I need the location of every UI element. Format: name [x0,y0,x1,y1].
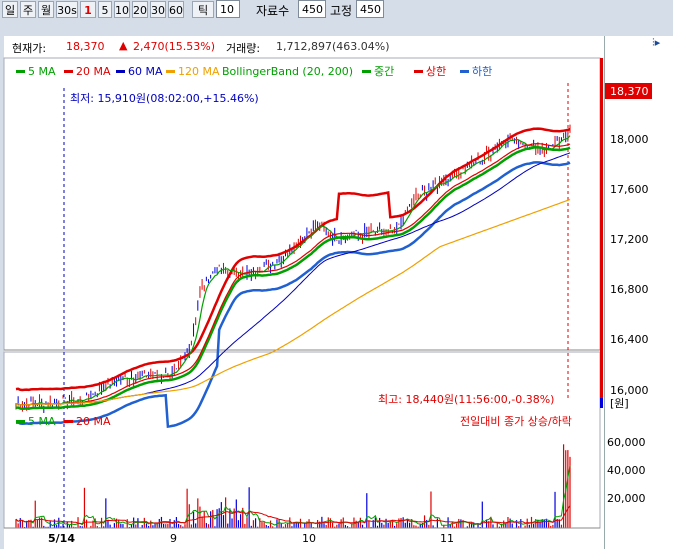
price-value: 18,370 [66,40,105,53]
current-price-label: 18,370 [610,85,649,98]
period-20min-button[interactable]: 20 [132,1,148,18]
vol-legend-ma20: 20 MA [76,415,111,428]
period-week-button[interactable]: 주 [20,1,36,18]
period-60min-button[interactable]: 60 [168,1,184,18]
legend-bb-lower: 하한 [472,64,492,78]
low-annotation: 최저: 15,910원(08:02:00,+15.46%) [70,92,259,105]
settings-icon[interactable]: ⫶▸ [652,36,660,50]
chart-area[interactable]: 5 MA 20 MA 60 MA 120 MA BollingerBand (2… [3,57,652,549]
legend-bb-upper: 상한 [426,65,446,78]
high-annotation: 최고: 18,440원(11:56:00,-0.38%) [378,393,554,406]
period-30s-button[interactable]: 30s [56,1,78,18]
x-label-9: 9 [170,532,177,545]
x-label-514: 5/14 [48,532,75,545]
price-tick-18000: 18,000 [610,133,649,146]
count-input[interactable]: 450 [298,0,326,18]
period-day-button[interactable]: 일 [2,1,18,18]
x-axis: 5/14 9 10 11 [4,527,600,545]
count-label: 자료수 [256,4,290,18]
price-axis: 18,370 18,000 17,600 17,200 16,800 16,40… [600,58,652,505]
price-unit: [원] [610,397,629,410]
price-tick-16400: 16,400 [610,333,649,346]
price-tick-17200: 17,200 [610,233,649,246]
volume-label: 거래량: [226,42,261,55]
x-label-11: 11 [440,532,454,545]
change-value: 2,470(15.53%) [133,40,216,53]
vol-legend-ma5: 5 MA [28,415,56,428]
legend-bb-mid: 중간 [374,65,394,78]
tick-input[interactable]: 10 [216,0,240,18]
period-month-button[interactable]: 월 [38,1,54,18]
volume-tick-60000: 60,000 [607,436,646,449]
toolbar: 일 주 월 30s 1 5 10 20 30 60 틱 10 자료수 450 고… [0,0,673,22]
volume-value: 1,712,897(463.04%) [276,40,390,53]
legend-ma20: 20 MA [76,65,111,78]
volume-note: 전일대비 종가 상승/하락 [460,414,572,428]
fixed-label: 고정 [330,4,353,18]
x-label-10: 10 [302,532,316,545]
price-tick-16800: 16,800 [610,283,649,296]
price-tick-16000: 16,000 [610,384,649,397]
price-label: 현재가: [12,42,47,55]
period-10min-button[interactable]: 10 [114,1,130,18]
volume-tick-40000: 40,000 [607,464,646,477]
fixed-input[interactable]: 450 [356,0,384,18]
period-30min-button[interactable]: 30 [150,1,166,18]
volume-tick-20000: 20,000 [607,492,646,505]
up-triangle-icon: ▲ [119,39,128,52]
legend-ma5: 5 MA [28,65,56,78]
legend-bb: BollingerBand (20, 200) [222,65,353,78]
tick-button[interactable]: 틱 [192,1,214,18]
legend-ma120: 120 MA [178,65,220,78]
period-1min-button[interactable]: 1 [80,1,96,18]
period-5min-button[interactable]: 5 [98,1,112,18]
legend-ma60: 60 MA [128,65,163,78]
price-info-bar: 현재가: 18,370 ▲ 2,470(15.53%) 거래량: 1,712,8… [4,36,604,58]
price-tick-17600: 17,600 [610,183,649,196]
